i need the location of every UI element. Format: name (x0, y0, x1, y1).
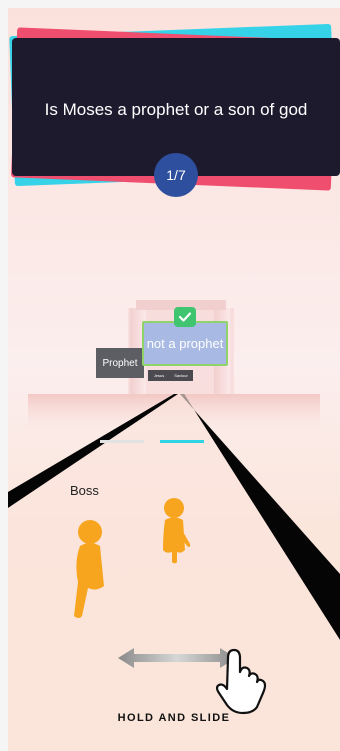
game-viewport[interactable]: Is Moses a prophet or a son of god 1/7 P… (8, 8, 340, 751)
mini-gate-left: Jesus (148, 370, 170, 381)
boss-label: Boss (70, 483, 99, 498)
track-surface (8, 394, 340, 751)
question-progress-badge: 1/7 (154, 153, 198, 197)
question-text: Is Moses a prophet or a son of god (44, 100, 308, 119)
game-screen: Is Moses a prophet or a son of god 1/7 P… (0, 0, 340, 751)
checkmark-icon (174, 307, 196, 327)
lane-marker-active (160, 440, 204, 443)
lane-marker-left (100, 440, 144, 443)
answer-gate-not-a-prophet: not a prophet (142, 321, 228, 366)
hold-and-slide-instruction: HOLD AND SLIDE (117, 712, 231, 724)
answer-gate-prophet: Prophet (96, 348, 144, 378)
mini-gate-right: Saviour (169, 370, 193, 381)
